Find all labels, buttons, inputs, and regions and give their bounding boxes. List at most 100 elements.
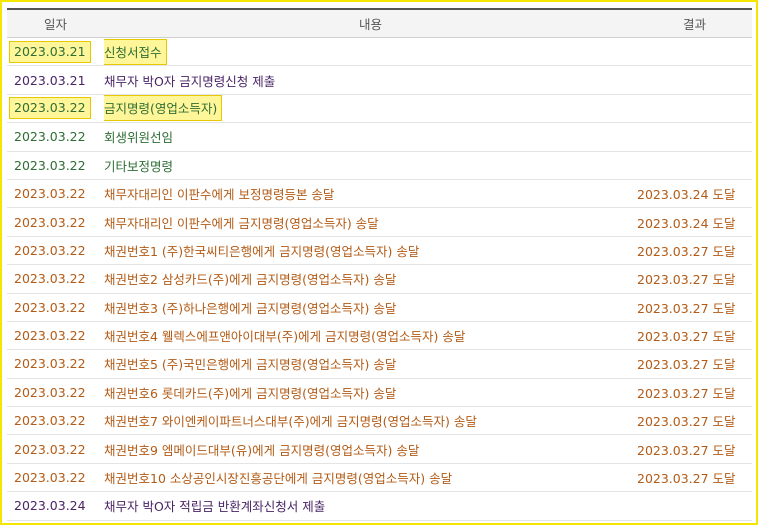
row-content: 기타보정명령 (104, 158, 174, 174)
row-content: 채권번호7 와이엔케이파트너스대부(주)에게 금지명령(영업소득자) 송달 (104, 414, 477, 430)
row-content: 채무자 박O자 금지명령신청 제출 (104, 73, 276, 89)
row-date: 2023.03.22 (14, 271, 86, 287)
row-date-cell: 2023.03.22 (7, 122, 104, 152)
table-row: 2023.03.21 채무자 박O자 금지명령신청 제출 (7, 65, 752, 95)
row-content: 채무자 박O자 적립금 반환계좌신청서 제출 (104, 499, 326, 515)
row-result: 2023.03.27 도달 (637, 349, 752, 379)
row-content: 금지명령(영업소득자) (104, 95, 223, 122)
row-content-cell: 채권번호1 (주)한국씨티은행에게 금지명령(영업소득자) 송달 (104, 236, 637, 266)
row-result: 2023.03.27 도달 (637, 293, 752, 322)
row-result (637, 122, 752, 152)
row-result: 2023.03.24 도달 (637, 207, 752, 237)
row-date: 2023.03.24 (14, 498, 86, 514)
row-date: 2023.03.22 (14, 186, 86, 202)
column-header-date: 일자 (7, 8, 104, 38)
table-row: 2023.03.24 채무자 박O자 적립금 반환계좌신청서 제출 (7, 491, 752, 521)
row-content-cell: 채권번호2 삼성카드(주)에게 금지명령(영업소득자) 송달 (104, 264, 637, 294)
row-content-cell: 채권번호4 웰렉스에프앤아이대부(주)에게 금지명령(영업소득자) 송달 (104, 321, 637, 351)
row-content: 회생위원선임 (104, 130, 174, 146)
row-date-cell: 2023.03.22 (7, 434, 104, 464)
table-row: 2023.03.22 채권번호10 소상공인시장진흥공단에게 금지명령(영업소득자… (7, 463, 752, 493)
row-date-cell: 2023.03.22 (7, 151, 104, 180)
row-content-cell: 금지명령(영업소득자) (104, 94, 637, 124)
row-content-cell: 채권번호3 (주)하나은행에게 금지명령(영업소득자) 송달 (104, 293, 637, 322)
table-row: 2023.03.22 채무자대리인 이판수에게 보정명령등본 송달 2023.03.… (7, 179, 752, 209)
table-row: 2023.03.22 채권번호9 엠메이드대부(유)에게 금지명령(영업소득자) … (7, 434, 752, 464)
row-content-cell: 회생위원선임 (104, 122, 637, 152)
row-date-cell: 2023.03.22 (7, 349, 104, 379)
table-row: 2023.03.22 기타보정명령 (7, 151, 752, 180)
row-result: 2023.03.27 도달 (637, 434, 752, 464)
row-date: 2023.03.21 (9, 40, 91, 63)
column-header-result: 결과 (637, 8, 752, 38)
row-date: 2023.03.22 (14, 470, 86, 486)
table-row: 2023.03.22 채권번호5 (주)국민은행에게 금지명령(영업소득자) 송달… (7, 349, 752, 379)
row-result (637, 491, 752, 521)
row-content-cell: 채권번호10 소상공인시장진흥공단에게 금지명령(영업소득자) 송달 (104, 463, 637, 493)
row-date: 2023.03.22 (14, 384, 86, 400)
row-content: 채권번호10 소상공인시장진흥공단에게 금지명령(영업소득자) 송달 (104, 471, 453, 487)
row-date-cell: 2023.03.21 (7, 37, 104, 67)
table-row: 2023.03.22 채권번호3 (주)하나은행에게 금지명령(영업소득자) 송달… (7, 293, 752, 322)
row-result (637, 94, 752, 124)
case-progress-panel: 일자 내용 결과 2023.03.21 신청서접수 2023.03.21 채무자 박O… (0, 0, 758, 525)
row-content: 채권번호9 엠메이드대부(유)에게 금지명령(영업소득자) 송달 (104, 442, 420, 458)
row-date: 2023.03.22 (14, 214, 86, 230)
table-row: 2023.03.22 채권번호6 롯데카드(주)에게 금지명령(영업소득자) 송달… (7, 378, 752, 408)
row-content-cell: 채무자 박O자 적립금 반환계좌신청서 제출 (104, 491, 637, 521)
row-date-cell: 2023.03.22 (7, 463, 104, 493)
row-content: 신청서접수 (104, 38, 167, 65)
row-result: 2023.03.27 도달 (637, 463, 752, 493)
row-content-cell: 채무자대리인 이판수에게 금지명령(영업소득자) 송달 (104, 207, 637, 237)
row-result (637, 151, 752, 180)
row-date-cell: 2023.03.22 (7, 321, 104, 351)
row-content-cell: 채권번호6 롯데카드(주)에게 금지명령(영업소득자) 송달 (104, 378, 637, 408)
row-date: 2023.03.22 (14, 413, 86, 429)
table-row: 2023.03.21 신청서접수 (7, 37, 752, 67)
row-date: 2023.03.22 (14, 356, 86, 372)
column-header-content: 내용 (104, 8, 637, 38)
row-content: 채권번호3 (주)하나은행에게 금지명령(영업소득자) 송달 (104, 300, 397, 316)
row-content: 채권번호4 웰렉스에프앤아이대부(주)에게 금지명령(영업소득자) 송달 (104, 329, 466, 345)
table-row: 2023.03.22 채무자대리인 이판수에게 금지명령(영업소득자) 송달 202… (7, 207, 752, 237)
row-result: 2023.03.27 도달 (637, 378, 752, 408)
row-result: 2023.03.24 도달 (637, 179, 752, 209)
row-date-cell: 2023.03.21 (7, 65, 104, 95)
row-content: 채권번호6 롯데카드(주)에게 금지명령(영업소득자) 송달 (104, 385, 397, 401)
row-date: 2023.03.22 (14, 328, 86, 344)
row-result (637, 37, 752, 67)
row-date-cell: 2023.03.22 (7, 406, 104, 436)
row-content-cell: 채권번호9 엠메이드대부(유)에게 금지명령(영업소득자) 송달 (104, 434, 637, 464)
row-result (637, 65, 752, 95)
row-result: 2023.03.27 도달 (637, 236, 752, 266)
row-date-cell: 2023.03.22 (7, 378, 104, 408)
table-row: 2023.03.22 회생위원선임 (7, 122, 752, 152)
table-row: 2023.03.22 채권번호2 삼성카드(주)에게 금지명령(영업소득자) 송달… (7, 264, 752, 294)
row-content-cell: 기타보정명령 (104, 151, 637, 180)
row-date: 2023.03.22 (14, 441, 86, 457)
row-date: 2023.03.22 (9, 97, 91, 120)
row-date-cell: 2023.03.22 (7, 264, 104, 294)
table-row: 2023.03.22 채권번호7 와이엔케이파트너스대부(주)에게 금지명령(영업… (7, 406, 752, 436)
row-content: 채무자대리인 이판수에게 금지명령(영업소득자) 송달 (104, 215, 379, 231)
row-result: 2023.03.27 도달 (637, 406, 752, 436)
table-row: 2023.03.22 채권번호4 웰렉스에프앤아이대부(주)에게 금지명령(영업소… (7, 321, 752, 351)
row-date: 2023.03.22 (14, 299, 86, 315)
row-content-cell: 신청서접수 (104, 37, 637, 67)
row-date: 2023.03.22 (14, 129, 86, 145)
row-content: 채권번호5 (주)국민은행에게 금지명령(영업소득자) 송달 (104, 357, 397, 373)
row-content-cell: 채권번호7 와이엔케이파트너스대부(주)에게 금지명령(영업소득자) 송달 (104, 406, 637, 436)
table-row: 2023.03.22 금지명령(영업소득자) (7, 94, 752, 124)
table-header: 일자 내용 결과 (7, 8, 752, 38)
row-date-cell: 2023.03.22 (7, 94, 104, 124)
row-result: 2023.03.27 도달 (637, 264, 752, 294)
row-date-cell: 2023.03.22 (7, 207, 104, 237)
row-date-cell: 2023.03.22 (7, 179, 104, 209)
row-content-cell: 채권번호5 (주)국민은행에게 금지명령(영업소득자) 송달 (104, 349, 637, 379)
row-content: 채권번호1 (주)한국씨티은행에게 금지명령(영업소득자) 송달 (104, 243, 420, 259)
row-content: 채무자대리인 이판수에게 보정명령등본 송달 (104, 187, 335, 203)
row-date-cell: 2023.03.24 (7, 491, 104, 521)
row-content-cell: 채무자대리인 이판수에게 보정명령등본 송달 (104, 179, 637, 209)
row-content: 채권번호2 삼성카드(주)에게 금지명령(영업소득자) 송달 (104, 272, 397, 288)
case-progress-table: 일자 내용 결과 2023.03.21 신청서접수 2023.03.21 채무자 박O… (7, 8, 752, 521)
